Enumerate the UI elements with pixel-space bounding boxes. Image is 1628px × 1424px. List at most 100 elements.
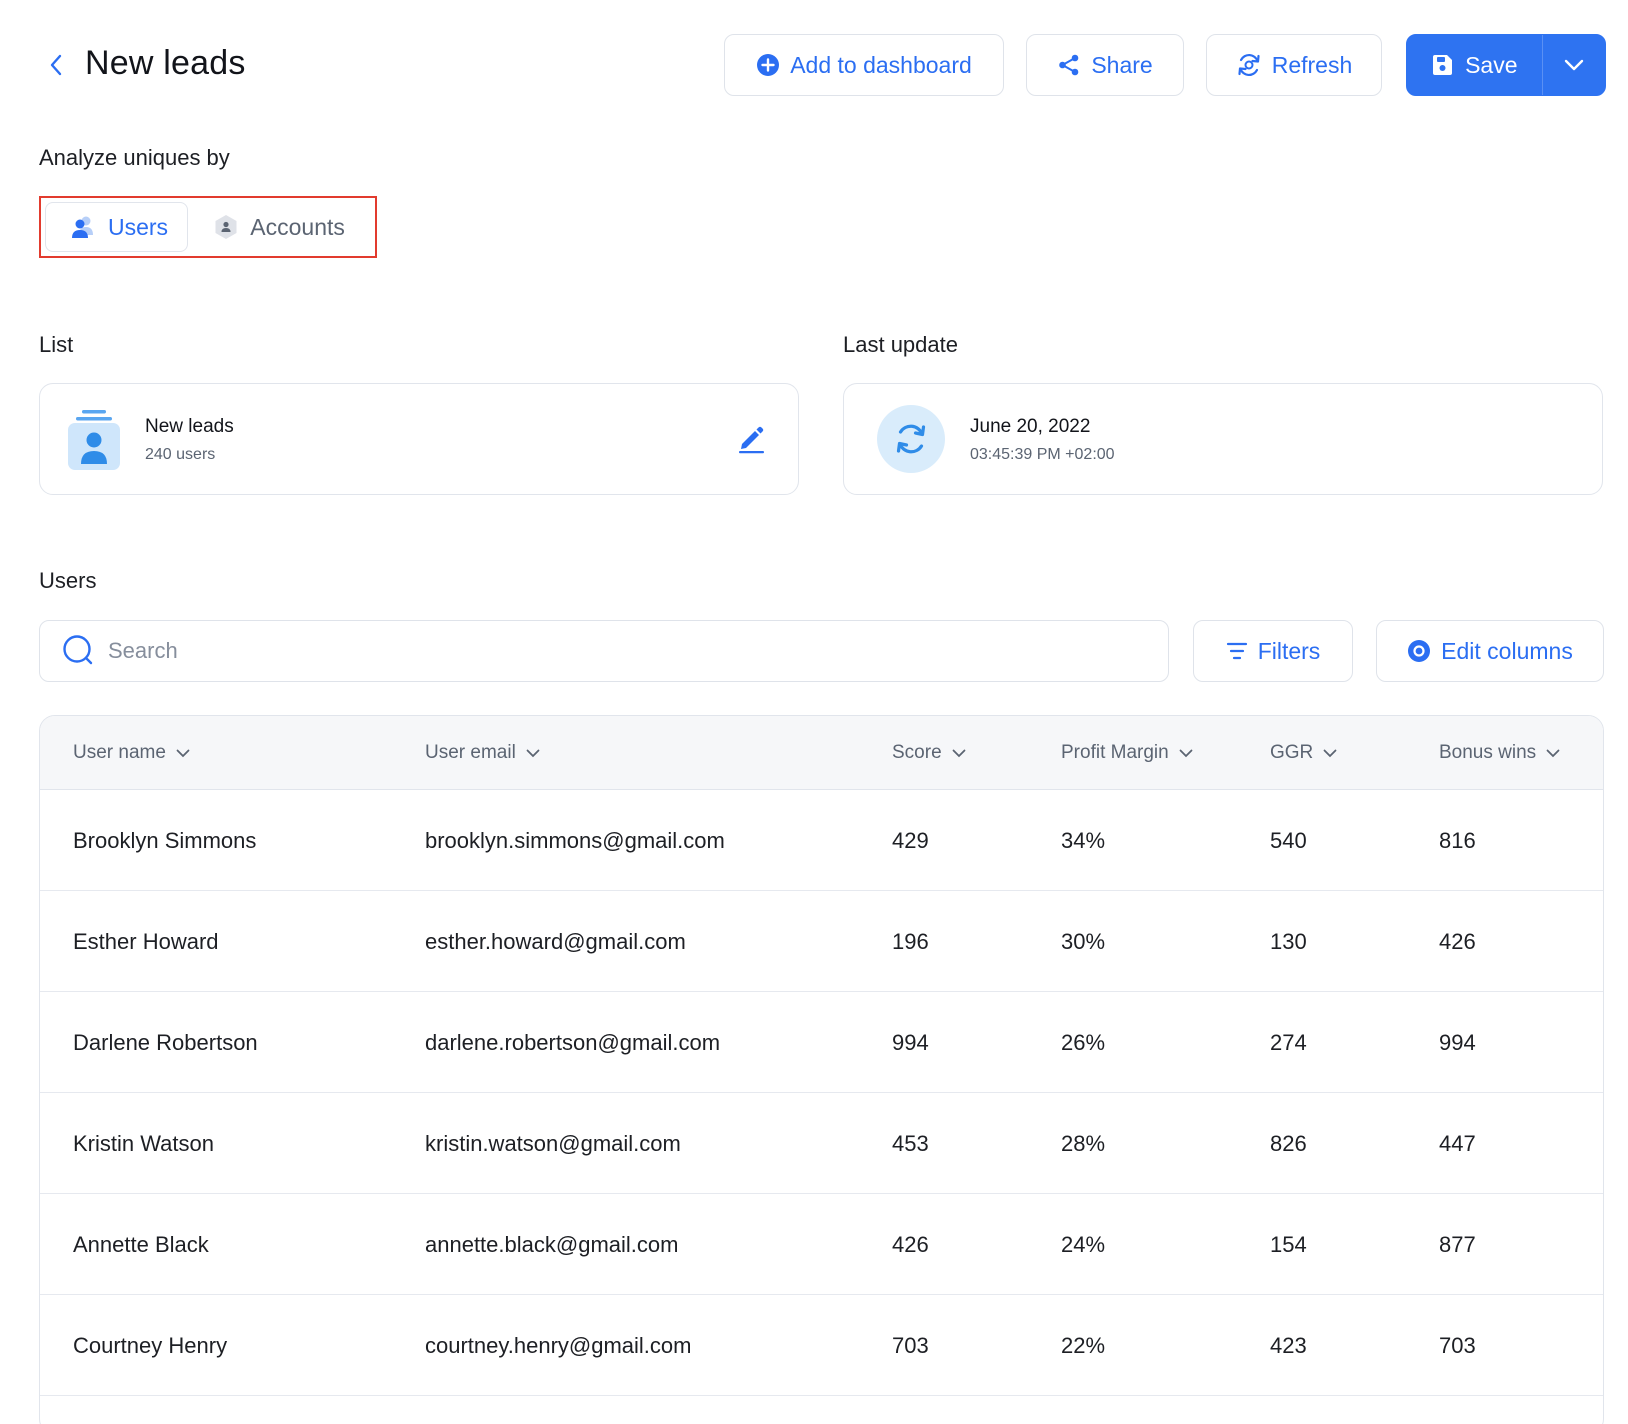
users-section-label: Users	[39, 568, 97, 593]
column-header-bonus-wins[interactable]: Bonus wins	[1439, 716, 1560, 790]
column-header-profit-margin[interactable]: Profit Margin	[1061, 716, 1193, 790]
list-section-label: List	[39, 332, 74, 357]
cell-profit-margin: 22%	[1061, 1332, 1106, 1358]
cell-user-email: kristin.watson@gmail.com	[425, 1130, 681, 1156]
share-icon	[1059, 54, 1079, 76]
cell-user-name: Annette Black	[73, 1231, 209, 1257]
chevron-down-icon	[1323, 749, 1337, 757]
column-header-label: GGR	[1270, 742, 1314, 763]
chevron-left-icon	[50, 54, 62, 76]
cell-ggr: 274	[1270, 1029, 1307, 1055]
column-header-ggr[interactable]: GGR	[1270, 716, 1337, 790]
last-update-date: June 20, 2022	[970, 416, 1091, 437]
cell-ggr: 540	[1270, 827, 1307, 853]
top-bar: New leads Add to dashboard Share Refresh…	[0, 0, 1628, 130]
segment-accounts-label: Accounts	[250, 213, 345, 240]
search-box	[39, 620, 1169, 682]
pencil-edit-icon[interactable]	[736, 424, 766, 454]
cell-profit-margin: 30%	[1061, 928, 1106, 954]
cell-bonus-wins: 816	[1439, 827, 1476, 853]
table-row[interactable]: Esther Howard esther.howard@gmail.com 19…	[40, 891, 1603, 992]
analyze-segmented-control: Users Accounts	[39, 196, 377, 258]
list-name: New leads	[145, 416, 234, 437]
cell-score: 429	[892, 827, 929, 853]
filters-button[interactable]: Filters	[1193, 620, 1353, 682]
cell-ggr: 130	[1270, 928, 1307, 954]
chevron-down-icon	[1564, 59, 1584, 71]
cell-bonus-wins: 426	[1439, 928, 1476, 954]
list-card: New leads 240 users	[39, 383, 799, 495]
account-hexagon-icon	[215, 215, 237, 239]
cell-user-name: Courtney Henry	[73, 1332, 228, 1358]
cell-user-email: annette.black@gmail.com	[425, 1231, 679, 1257]
edit-columns-button[interactable]: Edit columns	[1376, 620, 1604, 682]
cell-user-email: courtney.henry@gmail.com	[425, 1332, 692, 1358]
segment-users-label: Users	[108, 213, 169, 240]
filters-label: Filters	[1257, 637, 1321, 664]
sync-badge	[877, 405, 945, 473]
share-label: Share	[1091, 51, 1153, 78]
page-title: New leads	[85, 44, 246, 82]
table-row[interactable]: Courtney Henry courtney.henry@gmail.com …	[40, 1295, 1603, 1396]
table-row[interactable]: Annette Black annette.black@gmail.com 42…	[40, 1194, 1603, 1295]
list-user-count: 240 users	[145, 446, 216, 463]
cell-score: 994	[892, 1029, 929, 1055]
edit-columns-label: Edit columns	[1441, 637, 1573, 664]
chevron-down-icon	[176, 749, 190, 757]
cell-user-email: darlene.robertson@gmail.com	[425, 1029, 721, 1055]
cell-user-email: esther.howard@gmail.com	[425, 928, 686, 954]
chevron-down-icon	[1546, 749, 1560, 757]
chevron-down-icon	[1179, 749, 1193, 757]
cell-score: 426	[892, 1231, 929, 1257]
last-update-label: Last update	[843, 332, 958, 357]
cell-profit-margin: 28%	[1061, 1130, 1106, 1156]
cell-ggr: 826	[1270, 1130, 1307, 1156]
user-list-icon	[68, 410, 120, 470]
cell-profit-margin: 24%	[1061, 1231, 1106, 1257]
chevron-down-icon	[526, 749, 540, 757]
cell-bonus-wins: 703	[1439, 1332, 1476, 1358]
cell-bonus-wins: 877	[1439, 1231, 1476, 1257]
table-row[interactable]: Brooklyn Simmons brooklyn.simmons@gmail.…	[40, 790, 1603, 891]
save-options-dropdown[interactable]	[1541, 35, 1605, 95]
refresh-label: Refresh	[1271, 51, 1353, 78]
filter-lines-icon	[1226, 642, 1247, 660]
cell-ggr: 423	[1270, 1332, 1307, 1358]
cell-score: 453	[892, 1130, 929, 1156]
cell-user-name: Darlene Robertson	[73, 1029, 258, 1055]
cell-profit-margin: 26%	[1061, 1029, 1106, 1055]
users-icon	[72, 216, 93, 238]
segment-users[interactable]: Users	[45, 202, 189, 252]
cell-score: 703	[892, 1332, 929, 1358]
cell-user-email: brooklyn.simmons@gmail.com	[425, 827, 725, 853]
cell-score: 196	[892, 928, 929, 954]
table-row[interactable]: Kristin Watson kristin.watson@gmail.com …	[40, 1093, 1603, 1194]
back-button[interactable]	[44, 50, 68, 80]
column-header-user-name[interactable]: User name	[73, 716, 190, 790]
search-input[interactable]	[108, 638, 1108, 664]
table-row[interactable]: Darlene Robertson darlene.robertson@gmai…	[40, 992, 1603, 1093]
cell-user-name: Esther Howard	[73, 928, 219, 954]
analyze-uniques-label: Analyze uniques by	[39, 145, 230, 170]
save-label: Save	[1465, 51, 1518, 78]
cell-ggr: 154	[1270, 1231, 1307, 1257]
refresh-button[interactable]: Refresh	[1206, 34, 1382, 96]
chevron-down-icon	[952, 749, 966, 757]
floppy-disk-icon	[1433, 55, 1453, 75]
column-header-score[interactable]: Score	[892, 716, 966, 790]
add-to-dashboard-button[interactable]: Add to dashboard	[724, 34, 1004, 96]
search-icon	[63, 635, 93, 665]
cell-profit-margin: 34%	[1061, 827, 1106, 853]
cell-bonus-wins: 994	[1439, 1029, 1476, 1055]
cell-user-name: Kristin Watson	[73, 1130, 215, 1156]
share-button[interactable]: Share	[1026, 34, 1184, 96]
table-header: User name User email Score Profit Margin…	[40, 716, 1603, 790]
segment-accounts[interactable]: Accounts	[188, 202, 371, 252]
plus-circle-icon	[757, 54, 780, 76]
cell-user-name: Brooklyn Simmons	[73, 827, 257, 853]
column-header-label: Score	[892, 742, 942, 763]
cell-bonus-wins: 447	[1439, 1130, 1476, 1156]
column-header-user-email[interactable]: User email	[425, 716, 540, 790]
save-button[interactable]: Save	[1407, 35, 1542, 95]
eye-icon	[1408, 640, 1431, 662]
